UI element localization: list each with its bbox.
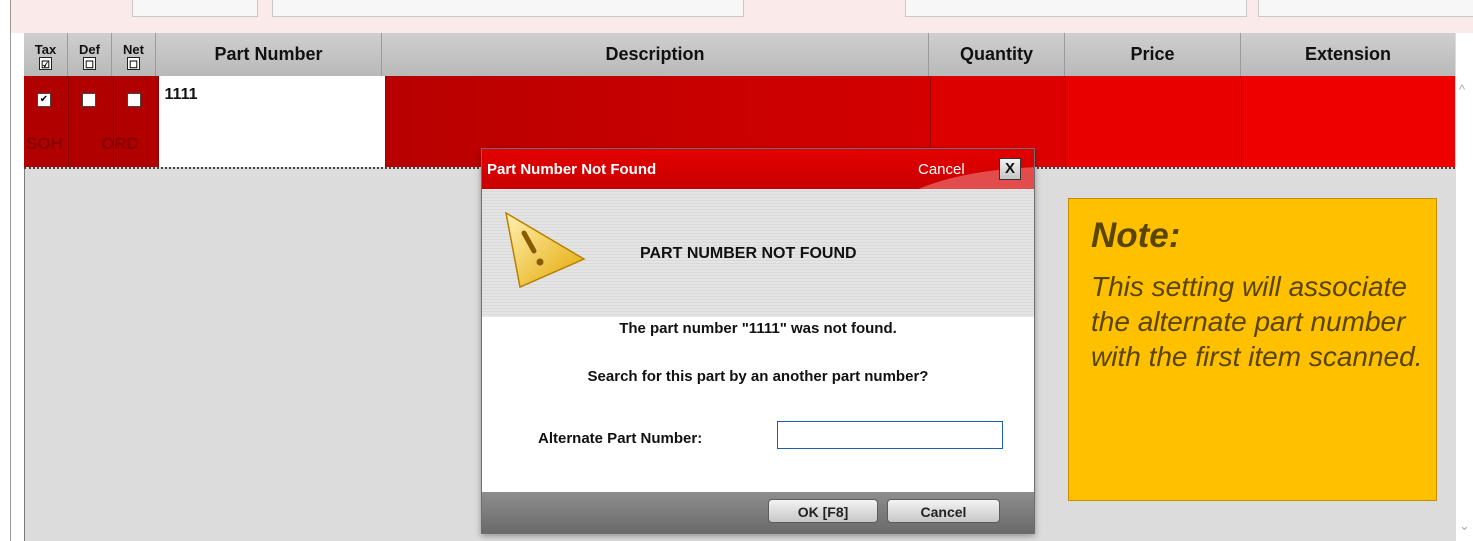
header-tax-checkbox[interactable]: ☑ xyxy=(39,56,52,71)
header-def-label: Def xyxy=(79,41,100,57)
not-found-message: The part number "1111" was not found. xyxy=(619,320,897,337)
top-field[interactable] xyxy=(1258,0,1473,17)
header-def-checkbox[interactable]: ☐ xyxy=(83,56,96,71)
note-body: This setting will associate the alternat… xyxy=(1091,271,1423,372)
header-part-number[interactable]: Part Number xyxy=(156,33,382,76)
note-title: Note: xyxy=(1091,216,1181,255)
header-net-checkbox[interactable]: ☐ xyxy=(127,56,140,71)
cancel-button[interactable]: Cancel xyxy=(887,499,1000,523)
header-net-label: Net xyxy=(123,41,144,57)
header-net[interactable]: Net ☐ xyxy=(112,33,156,76)
part-number-cell[interactable]: 1111 xyxy=(158,76,386,167)
left-margin xyxy=(0,0,11,541)
scroll-down-arrow-icon[interactable]: ⌄ xyxy=(1459,518,1470,534)
alternate-part-label: Alternate Part Number: xyxy=(538,430,703,447)
grid-header: Tax ☑ Def ☐ Net ☐ Part Number Descriptio… xyxy=(24,33,1455,77)
part-not-found-dialog: Part Number Not Found Cancel X PART NUMB… xyxy=(481,148,1035,534)
part-number-value: 1111 xyxy=(164,86,198,103)
header-tax[interactable]: Tax ☑ xyxy=(24,33,68,76)
dialog-titlebar: Part Number Not Found Cancel X xyxy=(482,149,1034,189)
top-toolbar xyxy=(0,0,1473,33)
tax-checkbox[interactable]: ✔ xyxy=(37,93,51,107)
net-checkbox[interactable] xyxy=(126,93,141,107)
header-tax-label: Tax xyxy=(34,41,57,57)
titlebar-cancel-link[interactable]: Cancel xyxy=(918,161,965,178)
top-field[interactable] xyxy=(132,0,258,17)
header-quantity[interactable]: Quantity xyxy=(929,33,1065,76)
close-icon[interactable]: X xyxy=(999,158,1021,180)
def-checkbox[interactable] xyxy=(81,93,96,107)
dialog-heading: PART NUMBER NOT FOUND xyxy=(640,245,857,262)
note-callout: Note: This setting will associate the al… xyxy=(1068,198,1437,501)
header-def[interactable]: Def ☐ xyxy=(68,33,112,76)
header-extension[interactable]: Extension xyxy=(1241,33,1455,76)
top-field[interactable] xyxy=(905,0,1247,17)
dialog-title: Part Number Not Found xyxy=(487,161,657,178)
top-field[interactable] xyxy=(272,0,744,17)
ok-button[interactable]: OK [F8] xyxy=(768,499,878,523)
soh-label[interactable]: SOH xyxy=(26,134,63,154)
ord-label[interactable]: ORD xyxy=(101,134,139,154)
search-prompt: Search for this part by an another part … xyxy=(587,368,929,385)
extension-cell[interactable] xyxy=(1241,76,1455,167)
header-description[interactable]: Description xyxy=(382,33,929,76)
warning-triangle-icon xyxy=(504,211,586,289)
price-cell[interactable] xyxy=(1066,76,1242,167)
scroll-up-arrow-icon[interactable]: ^ xyxy=(1459,82,1465,97)
header-price[interactable]: Price xyxy=(1065,33,1241,76)
dialog-body xyxy=(482,317,1034,493)
alternate-part-input[interactable] xyxy=(777,421,1003,449)
